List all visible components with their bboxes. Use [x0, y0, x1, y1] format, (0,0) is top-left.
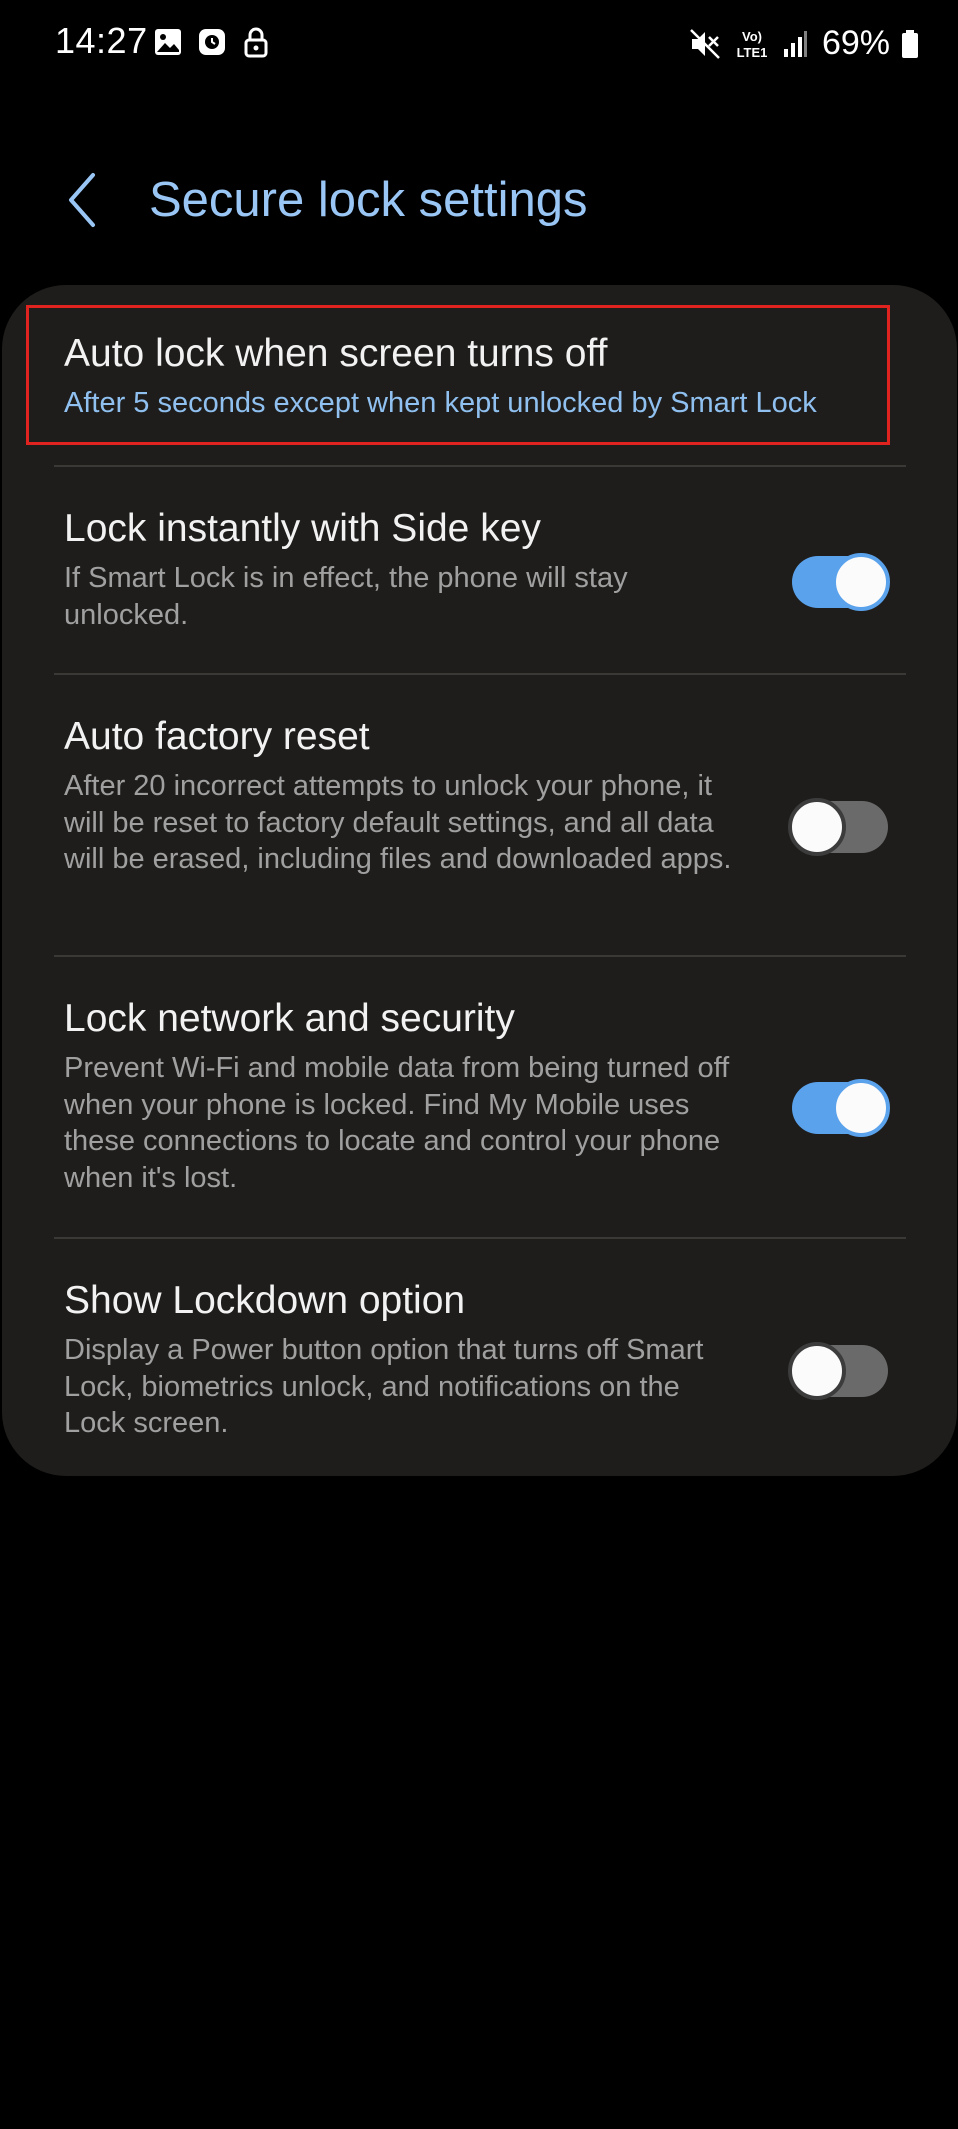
mute-icon: [690, 28, 720, 59]
signal-icon: [783, 30, 807, 57]
network-label-top: Vo): [742, 29, 762, 44]
setting-subtitle: Display a Power button option that turns…: [64, 1334, 704, 1439]
status-notification-icons: [152, 26, 272, 58]
battery-icon: [902, 29, 918, 58]
setting-title: Show Lockdown option: [64, 1279, 466, 1322]
battery-percent: 69%: [821, 24, 890, 62]
network-label-bottom: LTE1: [737, 45, 768, 60]
chevron-left-icon: [69, 173, 95, 227]
setting-subtitle: After 20 incorrect attempts to unlock yo…: [64, 770, 732, 875]
clock-icon: [199, 29, 225, 55]
setting-title: Lock instantly with Side key: [64, 507, 541, 550]
back-button[interactable]: [50, 168, 114, 232]
lock-icon: [244, 27, 268, 58]
toggle-knob: [788, 1342, 846, 1400]
toggle-switch-on[interactable]: [792, 1079, 890, 1137]
status-bar: 14:27 Vo) LTE1 69%: [0, 0, 958, 88]
setting-title: Auto factory reset: [64, 715, 370, 758]
settings-card: Auto lock when screen turns off After 5 …: [2, 285, 957, 1476]
toggle-switch-off[interactable]: [788, 1342, 888, 1400]
toggle-switch-on[interactable]: [792, 553, 890, 611]
setting-show-lockdown[interactable]: Show Lockdown option Display a Power but…: [2, 1239, 957, 1476]
toggle-knob: [832, 1079, 890, 1137]
page-title: Secure lock settings: [149, 173, 588, 227]
setting-lock-network-security[interactable]: Lock network and security Prevent Wi-Fi …: [2, 957, 957, 1237]
app-bar: Secure lock settings: [0, 150, 958, 250]
setting-title: Auto lock when screen turns off: [64, 332, 608, 375]
setting-subtitle: If Smart Lock is in effect, the phone wi…: [64, 562, 628, 631]
setting-auto-factory-reset[interactable]: Auto factory reset After 20 incorrect at…: [2, 675, 957, 955]
setting-auto-lock[interactable]: Auto lock when screen turns off After 5 …: [2, 285, 957, 465]
setting-subtitle: After 5 seconds except when kept unlocke…: [64, 387, 817, 419]
gallery-icon: [155, 29, 181, 55]
status-time: 14:27: [55, 20, 148, 61]
toggle-knob: [832, 553, 890, 611]
setting-title: Lock network and security: [64, 997, 515, 1040]
toggle-switch-off[interactable]: [788, 798, 888, 856]
status-system-icons: Vo) LTE1 69%: [688, 24, 920, 63]
toggle-knob: [788, 798, 846, 856]
setting-lock-side-key[interactable]: Lock instantly with Side key If Smart Lo…: [2, 467, 957, 673]
setting-subtitle: Prevent Wi-Fi and mobile data from being…: [64, 1052, 730, 1194]
volte-lte1-icon: Vo) LTE1: [737, 29, 768, 60]
